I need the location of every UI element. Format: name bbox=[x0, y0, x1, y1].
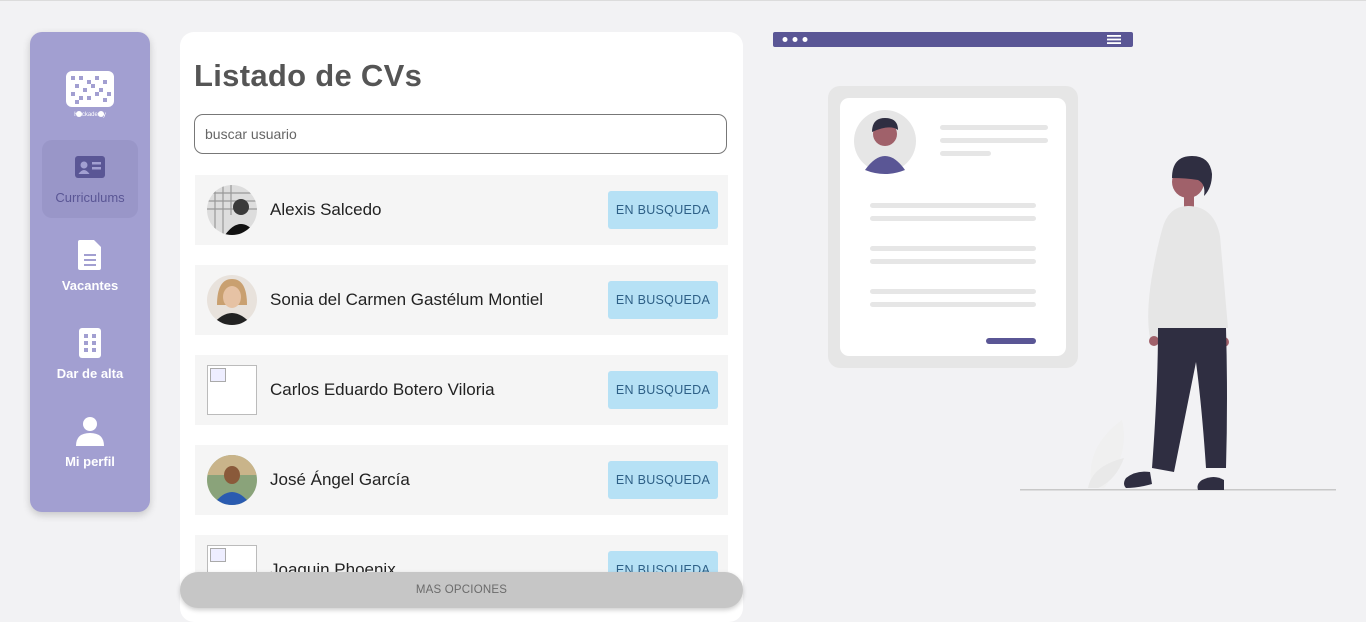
candidate-name: José Ángel García bbox=[270, 470, 410, 489]
id-card-icon bbox=[75, 156, 105, 178]
candidate-name: Sonia del Carmen Gastélum Montiel bbox=[270, 290, 544, 309]
nav-label-mi-perfil: Mi perfil bbox=[65, 454, 115, 469]
sidebar: Hackademy Curriculums Vacantes Dar de al… bbox=[30, 32, 150, 512]
cv-list-card: Listado de CVs Alexis Salcedo EN BUSQUED… bbox=[180, 32, 743, 622]
candidate-row[interactable]: Sonia del Carmen Gastélum Montiel EN BUS… bbox=[195, 265, 728, 335]
status-badge: EN BUSQUEDA bbox=[608, 371, 718, 409]
document-icon bbox=[78, 240, 101, 270]
search-input[interactable] bbox=[194, 114, 727, 154]
nav-label-vacantes: Vacantes bbox=[61, 278, 119, 293]
candidate-row[interactable]: Alexis Salcedo EN BUSQUEDA bbox=[195, 175, 728, 245]
candidate-avatar bbox=[207, 275, 257, 325]
logo-text: Hackademy bbox=[74, 112, 106, 118]
resume-illustration bbox=[773, 32, 1336, 491]
candidate-row[interactable]: Carlos Eduardo Botero Viloria EN BUSQUED… bbox=[195, 355, 728, 425]
more-options-button[interactable]: MAS OPCIONES bbox=[180, 572, 743, 608]
candidate-name: Carlos Eduardo Botero Viloria bbox=[270, 380, 495, 399]
candidate-row[interactable]: José Ángel García EN BUSQUEDA bbox=[195, 445, 728, 515]
nav-item-dar-de-alta[interactable]: Dar de alta bbox=[42, 316, 138, 394]
page-title: Listado de CVs bbox=[194, 58, 423, 93]
nav-item-vacantes[interactable]: Vacantes bbox=[42, 228, 138, 306]
status-badge: EN BUSQUEDA bbox=[608, 281, 718, 319]
nav-label-dar-de-alta: Dar de alta bbox=[56, 366, 124, 381]
user-icon bbox=[76, 417, 104, 446]
status-badge: EN BUSQUEDA bbox=[608, 191, 718, 229]
building-icon bbox=[79, 328, 101, 358]
candidate-name: Alexis Salcedo bbox=[270, 200, 382, 219]
nav-label-curriculums: Curriculums bbox=[55, 190, 125, 205]
candidate-avatar bbox=[207, 185, 257, 235]
broken-image-icon bbox=[207, 365, 257, 415]
status-badge: EN BUSQUEDA bbox=[608, 461, 718, 499]
nav-item-curriculums[interactable]: Curriculums bbox=[42, 140, 138, 218]
nav-item-mi-perfil[interactable]: Mi perfil bbox=[42, 404, 138, 482]
top-divider bbox=[0, 0, 1366, 1]
candidate-avatar bbox=[207, 455, 257, 505]
